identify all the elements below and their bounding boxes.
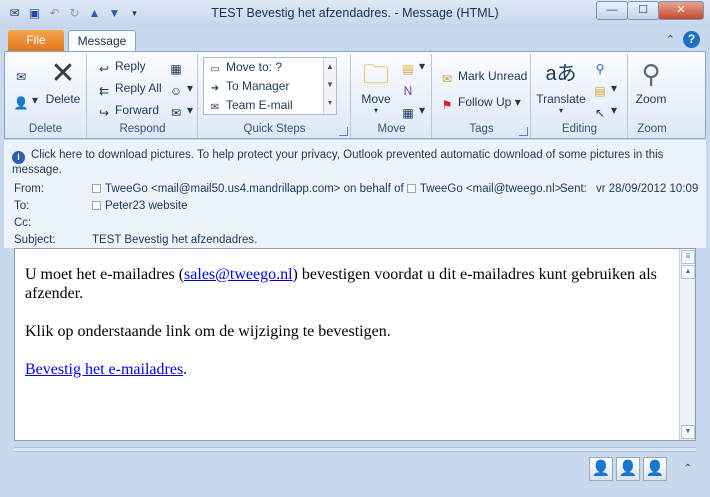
- quick-step-to-manager[interactable]: ➜ To Manager: [204, 77, 336, 96]
- body-paragraph-2: Klik op onderstaande link om de wijzigin…: [25, 323, 391, 340]
- actions-icon[interactable]: ▦ ▾: [400, 100, 425, 120]
- forward-button[interactable]: ↪ Forward: [96, 100, 159, 120]
- move-folder-icon: 🗀: [362, 59, 389, 89]
- rules-icon[interactable]: ▤ ▾: [400, 56, 425, 76]
- follow-up-button[interactable]: ⚑ Follow Up ▾: [439, 92, 521, 112]
- group-label-delete: Delete: [28, 123, 63, 135]
- group-label-zoom: Zoom: [637, 123, 667, 135]
- window-controls: — ☐ ✕: [596, 1, 704, 20]
- tab-message[interactable]: Message: [68, 30, 136, 53]
- quick-steps-launcher[interactable]: [339, 127, 348, 136]
- sent-label: Sent:: [560, 183, 587, 195]
- subject-label: Subject:: [14, 234, 56, 246]
- team-mail-icon: ✉: [210, 102, 220, 113]
- to-value[interactable]: Peter23 website: [92, 198, 187, 214]
- reply-icon: ↩: [98, 62, 110, 76]
- envelope-icon: ✉: [441, 72, 453, 86]
- maximize-button[interactable]: ☐: [627, 1, 659, 20]
- group-label-quick-steps: Quick Steps: [243, 123, 306, 135]
- zoom-group: ⚲ Zoom Zoom: [629, 54, 675, 138]
- forward-icon: ↪: [98, 106, 110, 120]
- move-button[interactable]: 🗀 Move ▾: [356, 56, 396, 115]
- reply-button[interactable]: ↩ Reply: [96, 56, 146, 76]
- quick-step-team-email[interactable]: ✉ Team E-mail: [204, 96, 336, 115]
- editing-group: aあ Translate ▾ ⚲ ▤ ▾ ↖ ▾ Editing: [532, 54, 628, 138]
- close-button[interactable]: ✕: [658, 1, 704, 20]
- zoom-button[interactable]: ⚲ Zoom: [629, 56, 673, 106]
- scroll-down-icon[interactable]: ▼: [681, 425, 695, 439]
- person-icon[interactable]: 👤: [589, 457, 613, 481]
- contact-checkbox: [92, 201, 101, 210]
- folder-icon: ▭: [210, 64, 220, 75]
- confirm-email-link[interactable]: Bevestig het e-mailadres: [25, 361, 183, 378]
- ribbon-tabs: File Message ⌃ ?: [0, 28, 710, 53]
- quick-steps-gallery: ▭ Move to: ? ➜ To Manager ✉ Team E-mail ▲ ▼ ▾: [203, 57, 337, 115]
- info-bar[interactable]: i Click here to download pictures. To hel…: [12, 149, 687, 177]
- reply-all-button[interactable]: ⇇ Reply All: [96, 78, 162, 98]
- group-label-tags: Tags: [469, 123, 494, 135]
- to-label: To:: [14, 200, 30, 212]
- sent-value: vr 28/09/2012 10:09: [596, 183, 699, 195]
- cc-label: Cc:: [14, 217, 32, 229]
- quick-step-move-to[interactable]: ▭ Move to: ?: [204, 58, 336, 77]
- more-respond-icon[interactable]: ✉ ▾: [168, 100, 193, 120]
- people-pane-splitter[interactable]: [14, 447, 696, 452]
- move-group: 🗀 Move ▾ ▤ ▾ N ▦ ▾ Move: [352, 54, 432, 138]
- magnifier-icon: ⚲: [641, 59, 661, 89]
- from-value[interactable]: TweeGo <mail@mail50.us4.mandrillapp.com>…: [92, 181, 561, 197]
- group-label-respond: Respond: [119, 123, 166, 135]
- message-text: U moet het e-mailadres (sales@tweego.nl)…: [25, 265, 665, 398]
- ignore-icon[interactable]: ✉: [13, 64, 32, 84]
- flag-icon: ⚑: [441, 98, 453, 112]
- info-icon: i: [12, 151, 25, 164]
- delete-icon: ✕: [50, 57, 76, 90]
- help-icon[interactable]: ?: [683, 31, 700, 48]
- tags-group: ✉ Mark Unread ⚑ Follow Up ▾ Tags: [433, 54, 531, 138]
- message-header: i Click here to download pictures. To hel…: [4, 140, 706, 248]
- delete-button[interactable]: ✕ Delete: [43, 56, 83, 107]
- expand-people-pane-icon[interactable]: ⌃: [684, 463, 692, 474]
- vertical-scrollbar[interactable]: ⌸ ▲ ▼: [679, 249, 695, 440]
- person-icon[interactable]: 👤: [616, 457, 640, 481]
- ribbon: ✉ 👤 ▾ ✕ Delete Delete ↩ Reply ⇇ Reply All ↪…: [4, 51, 706, 139]
- delete-group: ✉ 👤 ▾ ✕ Delete Delete: [5, 54, 87, 138]
- scroll-tool-icon[interactable]: ⌸: [681, 250, 695, 264]
- junk-icon[interactable]: 👤 ▾: [13, 90, 39, 110]
- from-label: From:: [14, 183, 45, 195]
- forward-arrow-icon: ➜: [210, 83, 220, 94]
- group-label-editing: Editing: [561, 123, 598, 135]
- mark-unread-button[interactable]: ✉ Mark Unread: [439, 66, 527, 86]
- body-paragraph-3: Bevestig het e-mailadres.: [25, 361, 188, 378]
- respond-group: ↩ Reply ⇇ Reply All ↪ Forward ▦ ☺ ▾ ✉ ▾ Respo…: [88, 54, 198, 138]
- title-bar: ✉ ▣ ↶ ↻ ▲ ▼ ▾ TEST Bevestig het afzendad…: [0, 0, 710, 28]
- onenote-icon[interactable]: N: [400, 78, 419, 98]
- quick-steps-group: ▭ Move to: ? ➜ To Manager ✉ Team E-mail ▲ ▼ ▾…: [199, 54, 351, 138]
- contact-checkbox: [92, 184, 101, 193]
- tab-file[interactable]: File: [8, 30, 64, 51]
- scroll-up-icon[interactable]: ▲: [681, 265, 695, 279]
- body-paragraph-1: U moet het e-mailadres (sales@tweego.nl)…: [25, 266, 657, 302]
- reply-all-icon: ⇇: [98, 84, 110, 98]
- sales-email-link[interactable]: sales@tweego.nl: [184, 266, 292, 283]
- translate-icon: aあ: [545, 63, 577, 85]
- find-icon[interactable]: ⚲: [592, 56, 611, 76]
- contact-checkbox: [406, 184, 416, 193]
- group-label-move: Move: [377, 123, 406, 135]
- people-pane: 👤 👤 👤: [589, 457, 667, 481]
- person-icon[interactable]: 👤: [643, 457, 667, 481]
- minimize-ribbon-icon[interactable]: ⌃: [666, 33, 675, 46]
- im-icon[interactable]: ☺ ▾: [168, 78, 193, 98]
- translate-button[interactable]: aあ Translate ▾: [534, 56, 588, 115]
- minimize-button[interactable]: —: [596, 1, 628, 20]
- quick-steps-scroll[interactable]: ▲ ▼ ▾: [323, 58, 336, 114]
- meeting-icon[interactable]: ▦: [168, 56, 187, 76]
- subject-value: TEST Bevestig het afzendadres.: [92, 234, 258, 246]
- tags-launcher[interactable]: [519, 127, 528, 136]
- select-icon[interactable]: ↖ ▾: [592, 100, 617, 120]
- message-body: U moet het e-mailadres (sales@tweego.nl)…: [14, 248, 696, 441]
- related-icon[interactable]: ▤ ▾: [592, 78, 617, 98]
